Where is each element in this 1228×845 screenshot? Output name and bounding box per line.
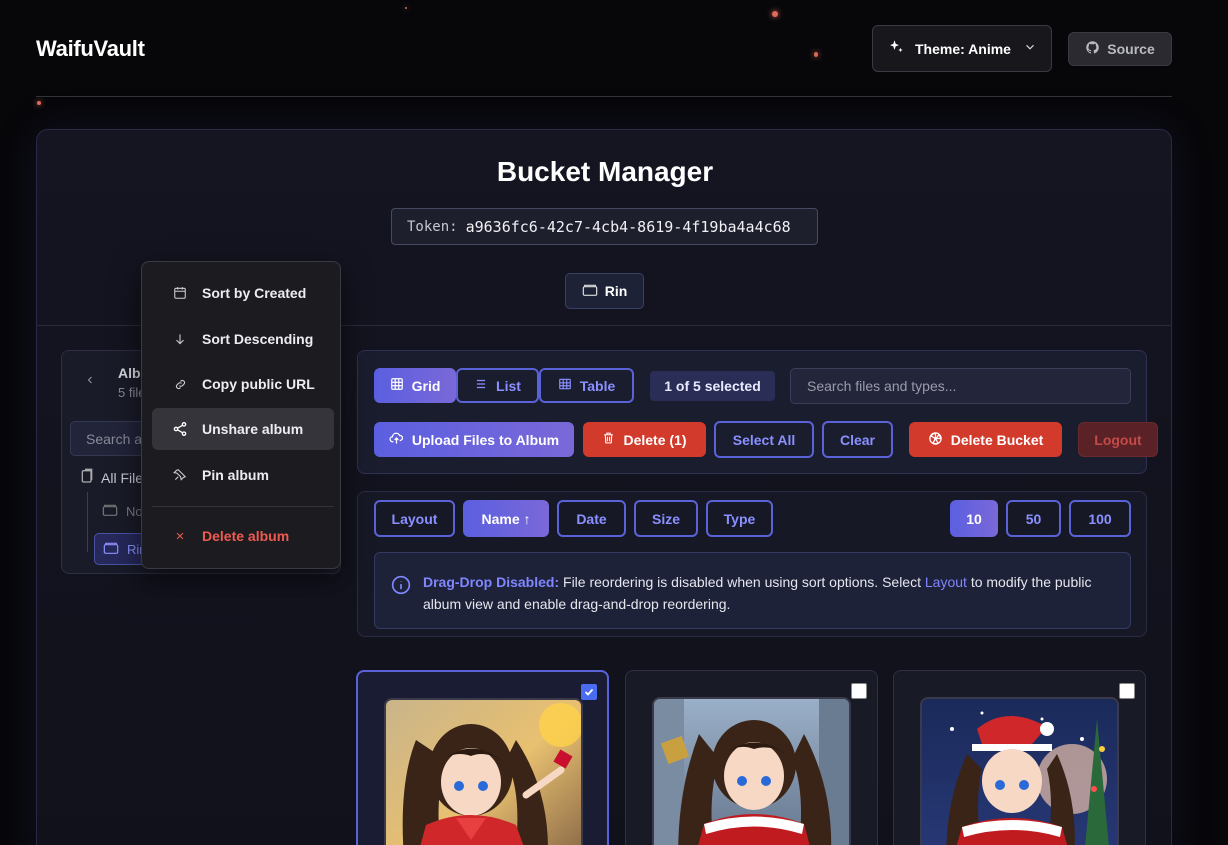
source-label: Source bbox=[1107, 41, 1155, 57]
list-icon bbox=[474, 377, 488, 394]
file-thumbnail bbox=[384, 698, 583, 845]
file-thumbnail bbox=[920, 697, 1119, 845]
menu-item-sort-descending[interactable]: Sort Descending bbox=[152, 318, 334, 360]
info-text: File reordering is disabled when using s… bbox=[563, 574, 921, 590]
menu-item-pin-album[interactable]: Pin album bbox=[152, 454, 334, 496]
view-list-label: List bbox=[496, 377, 521, 394]
menu-divider bbox=[152, 506, 334, 507]
file-checkbox[interactable] bbox=[851, 683, 867, 699]
drag-drop-info-alert: Drag-Drop Disabled: File reordering is d… bbox=[374, 552, 1131, 629]
folder-icon bbox=[102, 503, 118, 520]
album-context-menu: Sort by Created Sort Descending Copy pub… bbox=[141, 261, 341, 569]
theme-label: Theme: Anime bbox=[915, 40, 1011, 57]
view-grid-button[interactable]: Grid bbox=[374, 368, 456, 403]
token-display: Token: a9636fc6-42c7-4cb4-8619-4f19ba4a4… bbox=[391, 208, 818, 245]
sparkle-decoration bbox=[37, 101, 41, 105]
delete-bucket-label: Delete Bucket bbox=[950, 431, 1044, 448]
page-size-100-button[interactable]: 100 bbox=[1069, 500, 1131, 537]
sort-date-button[interactable]: Date bbox=[557, 500, 626, 537]
radiation-icon bbox=[928, 431, 943, 449]
sparkle-decoration bbox=[405, 7, 407, 9]
current-album-label: Rin bbox=[604, 283, 628, 299]
folder-icon bbox=[103, 541, 119, 558]
file-checkbox[interactable] bbox=[581, 684, 597, 700]
chevron-down-icon bbox=[1023, 40, 1037, 57]
sparkles-icon bbox=[887, 38, 905, 59]
file-toolbar: Grid List Table 1 of 5 selected Search f… bbox=[357, 350, 1158, 474]
header-divider bbox=[36, 96, 1172, 97]
github-icon bbox=[1085, 40, 1100, 58]
sparkle-decoration bbox=[772, 11, 778, 17]
tree-line bbox=[87, 492, 88, 552]
sort-panel: Layout Name ↑ Date Size Type 10 50 100 D… bbox=[357, 491, 1147, 637]
sort-type-button[interactable]: Type bbox=[706, 500, 773, 537]
calendar-icon bbox=[172, 286, 188, 300]
trash-icon bbox=[602, 431, 615, 448]
upload-files-label: Upload Files to Album bbox=[411, 431, 560, 448]
link-icon bbox=[172, 378, 188, 391]
file-card[interactable] bbox=[356, 670, 609, 845]
source-button[interactable]: Source bbox=[1068, 32, 1172, 66]
menu-item-sort-by-created[interactable]: Sort by Created bbox=[152, 272, 334, 314]
select-all-button[interactable]: Select All bbox=[714, 421, 814, 458]
menu-item-copy-public-url[interactable]: Copy public URL bbox=[152, 363, 334, 405]
menu-item-label: Pin album bbox=[202, 467, 269, 483]
file-card[interactable] bbox=[625, 670, 878, 845]
menu-item-label: Sort by Created bbox=[202, 285, 307, 301]
info-title: Drag-Drop Disabled: bbox=[423, 574, 560, 590]
x-icon bbox=[172, 531, 188, 541]
files-icon bbox=[80, 468, 94, 487]
info-icon bbox=[391, 575, 411, 601]
app-title: WaifuVault bbox=[36, 36, 145, 61]
view-table-label: Table bbox=[579, 377, 616, 394]
view-table-button[interactable]: Table bbox=[539, 368, 634, 403]
sidebar-item-all-files[interactable]: All Files bbox=[80, 468, 150, 487]
table-icon bbox=[558, 377, 572, 394]
logout-button[interactable]: Logout bbox=[1078, 422, 1158, 457]
menu-item-unshare-album[interactable]: Unshare album bbox=[152, 408, 334, 450]
sort-size-button[interactable]: Size bbox=[634, 500, 698, 537]
selection-count-badge: 1 of 5 selected bbox=[650, 371, 775, 401]
sparkle-decoration bbox=[814, 52, 818, 57]
arrow-down-icon bbox=[172, 332, 188, 346]
file-thumbnail bbox=[652, 697, 851, 845]
file-checkbox[interactable] bbox=[1119, 683, 1135, 699]
menu-item-label: Copy public URL bbox=[202, 376, 315, 392]
token-value: a9636fc6-42c7-4cb4-8619-4f19ba4a4c68 bbox=[465, 217, 791, 236]
share-icon bbox=[172, 421, 188, 437]
delete-selected-label: Delete (1) bbox=[623, 431, 687, 448]
sort-name-button[interactable]: Name ↑ bbox=[463, 500, 549, 537]
menu-item-label: Unshare album bbox=[202, 421, 304, 437]
token-label: Token: bbox=[407, 218, 458, 235]
folder-icon bbox=[582, 283, 598, 300]
page-size-10-button[interactable]: 10 bbox=[950, 500, 998, 537]
current-album-chip[interactable]: Rin bbox=[565, 273, 644, 309]
chevron-left-icon[interactable] bbox=[84, 373, 96, 392]
file-card[interactable] bbox=[893, 670, 1146, 845]
delete-selected-button[interactable]: Delete (1) bbox=[583, 422, 706, 457]
menu-item-label: Sort Descending bbox=[202, 331, 314, 347]
page-title: Bucket Manager bbox=[496, 156, 714, 187]
menu-item-label: Delete album bbox=[202, 528, 290, 544]
upload-files-button[interactable]: Upload Files to Album bbox=[374, 422, 574, 457]
file-search-input[interactable]: Search files and types... bbox=[790, 368, 1131, 404]
clear-button[interactable]: Clear bbox=[822, 421, 893, 458]
cloud-upload-icon bbox=[389, 431, 404, 448]
grid-icon bbox=[390, 377, 404, 394]
pin-icon bbox=[172, 468, 188, 482]
view-grid-label: Grid bbox=[411, 377, 441, 394]
menu-item-delete-album[interactable]: Delete album bbox=[152, 515, 334, 557]
layout-link[interactable]: Layout bbox=[925, 574, 967, 590]
page-size-50-button[interactable]: 50 bbox=[1006, 500, 1061, 537]
delete-bucket-button[interactable]: Delete Bucket bbox=[909, 422, 1062, 457]
sort-layout-button[interactable]: Layout bbox=[374, 500, 455, 537]
view-list-button[interactable]: List bbox=[456, 368, 539, 403]
theme-selector-button[interactable]: Theme: Anime bbox=[872, 25, 1052, 72]
